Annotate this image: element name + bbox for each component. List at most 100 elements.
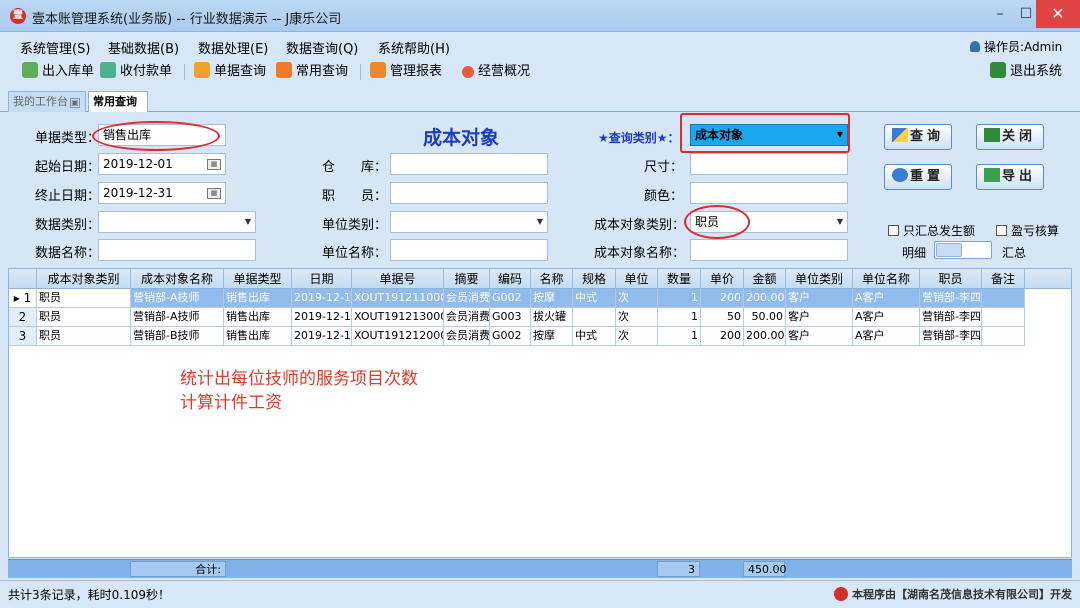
- checkbox-box[interactable]: [996, 225, 1007, 236]
- cell[interactable]: 1: [658, 308, 701, 326]
- cell[interactable]: 营销部-李四: [920, 289, 982, 307]
- cell[interactable]: 中式: [573, 327, 616, 345]
- column-header[interactable]: 金额: [744, 269, 786, 289]
- cell[interactable]: XOUT1912110001: [352, 289, 444, 307]
- cell[interactable]: [982, 289, 1025, 307]
- cell[interactable]: G002: [490, 289, 531, 307]
- cell[interactable]: XOUT1912130001: [352, 308, 444, 326]
- cell[interactable]: 2019-12-11: [292, 289, 352, 307]
- column-header[interactable]: 单位: [616, 269, 658, 289]
- cell[interactable]: [982, 308, 1025, 326]
- cell[interactable]: 销售出库: [224, 308, 292, 326]
- cell[interactable]: 1: [658, 327, 701, 345]
- cell[interactable]: 职员: [37, 327, 131, 345]
- cell[interactable]: 营销部-李四: [920, 308, 982, 326]
- cell[interactable]: 销售出库: [224, 289, 292, 307]
- cell[interactable]: 2019-12-12: [292, 327, 352, 345]
- only-summary-checkbox[interactable]: 只汇总发生额: [888, 222, 975, 239]
- column-header[interactable]: 单价: [701, 269, 744, 289]
- cell[interactable]: 次: [616, 308, 658, 326]
- cell[interactable]: 200.00: [744, 327, 786, 345]
- table-row[interactable]: 3 职员 营销部-B技师 销售出库 2019-12-12 XOUT1912120…: [9, 327, 1025, 346]
- menu-system[interactable]: 系统管理(S): [20, 38, 90, 57]
- cell[interactable]: 50: [701, 308, 744, 326]
- calendar-icon[interactable]: ▦: [207, 188, 221, 199]
- cell[interactable]: A客户: [853, 289, 920, 307]
- cell[interactable]: 营销部-李四: [920, 327, 982, 345]
- cell[interactable]: 职员: [37, 308, 131, 326]
- size-input[interactable]: [690, 153, 848, 175]
- query-button[interactable]: 查询: [884, 124, 952, 150]
- profit-loss-checkbox[interactable]: 盈亏核算: [996, 222, 1059, 239]
- unit-name-input[interactable]: [390, 239, 548, 261]
- table-row[interactable]: ▸ 1 职员 营销部-A技师 销售出库 2019-12-11 XOUT19121…: [9, 289, 1025, 308]
- reset-button[interactable]: 重置: [884, 164, 952, 190]
- cell[interactable]: 营销部-B技师: [131, 327, 224, 345]
- menu-help[interactable]: 系统帮助(H): [378, 38, 450, 57]
- cell[interactable]: 200.00: [744, 289, 786, 307]
- column-header[interactable]: 单据类型: [224, 269, 292, 289]
- column-header[interactable]: 日期: [292, 269, 352, 289]
- cell[interactable]: 按摩: [531, 289, 573, 307]
- exit-system-button[interactable]: 退出系统: [990, 62, 1062, 82]
- column-header[interactable]: 摘要: [444, 269, 490, 289]
- unit-category-select[interactable]: ▼: [390, 211, 548, 233]
- data-category-select[interactable]: ▼: [98, 211, 256, 233]
- cell[interactable]: 中式: [573, 289, 616, 307]
- warehouse-input[interactable]: [390, 153, 548, 175]
- cell[interactable]: 会员消费: [444, 308, 490, 326]
- cell[interactable]: 职员: [37, 289, 131, 307]
- cell[interactable]: 50.00: [744, 308, 786, 326]
- column-header[interactable]: 备注: [982, 269, 1025, 289]
- cell[interactable]: 按摩: [531, 327, 573, 345]
- column-header[interactable]: 数量: [658, 269, 701, 289]
- cell[interactable]: 次: [616, 327, 658, 345]
- calendar-icon[interactable]: ▦: [207, 159, 221, 170]
- cell[interactable]: G002: [490, 327, 531, 345]
- column-header[interactable]: 名称: [531, 269, 573, 289]
- cell[interactable]: 次: [616, 289, 658, 307]
- cell[interactable]: 营销部-A技师: [131, 289, 224, 307]
- tab-workspace[interactable]: 我的工作台 ▣: [8, 91, 86, 112]
- detail-summary-toggle[interactable]: [934, 241, 992, 259]
- cost-object-name-input[interactable]: [690, 239, 848, 261]
- cell[interactable]: [982, 327, 1025, 345]
- cell[interactable]: A客户: [853, 327, 920, 345]
- cell[interactable]: 客户: [786, 308, 853, 326]
- cell[interactable]: 会员消费: [444, 327, 490, 345]
- cell[interactable]: 营销部-A技师: [131, 308, 224, 326]
- cell[interactable]: G003: [490, 308, 531, 326]
- cell[interactable]: 客户: [786, 289, 853, 307]
- close-button[interactable]: 关闭: [976, 124, 1044, 150]
- stock-voucher-button[interactable]: 出入库单: [22, 62, 94, 82]
- cell[interactable]: 200: [701, 327, 744, 345]
- cell[interactable]: 拔火罐: [531, 308, 573, 326]
- close-window-button[interactable]: ✕: [1036, 0, 1080, 28]
- cell[interactable]: 200: [701, 289, 744, 307]
- cell[interactable]: [573, 308, 616, 326]
- tab-common-query[interactable]: 常用查询×: [88, 91, 148, 127]
- cell[interactable]: XOUT1912120001: [352, 327, 444, 345]
- business-overview-button[interactable]: 经营概况: [462, 62, 530, 82]
- staff-input[interactable]: [390, 182, 548, 204]
- toggle-knob[interactable]: [936, 243, 962, 257]
- column-header[interactable]: 成本对象类别: [37, 269, 131, 289]
- end-date-picker[interactable]: 2019-12-31 ▦: [98, 182, 226, 204]
- menu-data-processing[interactable]: 数据处理(E): [198, 38, 268, 57]
- cell[interactable]: A客户: [853, 308, 920, 326]
- column-header[interactable]: 职员: [920, 269, 982, 289]
- column-header[interactable]: 规格: [573, 269, 616, 289]
- cell[interactable]: 2019-12-13: [292, 308, 352, 326]
- document-query-button[interactable]: 单据查询: [194, 62, 266, 82]
- menu-basic-data[interactable]: 基础数据(B): [108, 38, 179, 57]
- column-header[interactable]: 成本对象名称: [131, 269, 224, 289]
- data-name-input[interactable]: [98, 239, 256, 261]
- column-header[interactable]: 单位名称: [853, 269, 920, 289]
- common-query-button[interactable]: 常用查询: [276, 62, 348, 82]
- results-grid[interactable]: 成本对象类别 成本对象名称 单据类型 日期 单据号 摘要 编码 名称 规格 单位…: [8, 268, 1072, 558]
- table-row[interactable]: 2 职员 营销部-A技师 销售出库 2019-12-13 XOUT1912130…: [9, 308, 1025, 327]
- menu-data-query[interactable]: 数据查询(Q): [286, 38, 358, 57]
- cell[interactable]: 销售出库: [224, 327, 292, 345]
- cell[interactable]: 1: [658, 289, 701, 307]
- checkbox-box[interactable]: [888, 225, 899, 236]
